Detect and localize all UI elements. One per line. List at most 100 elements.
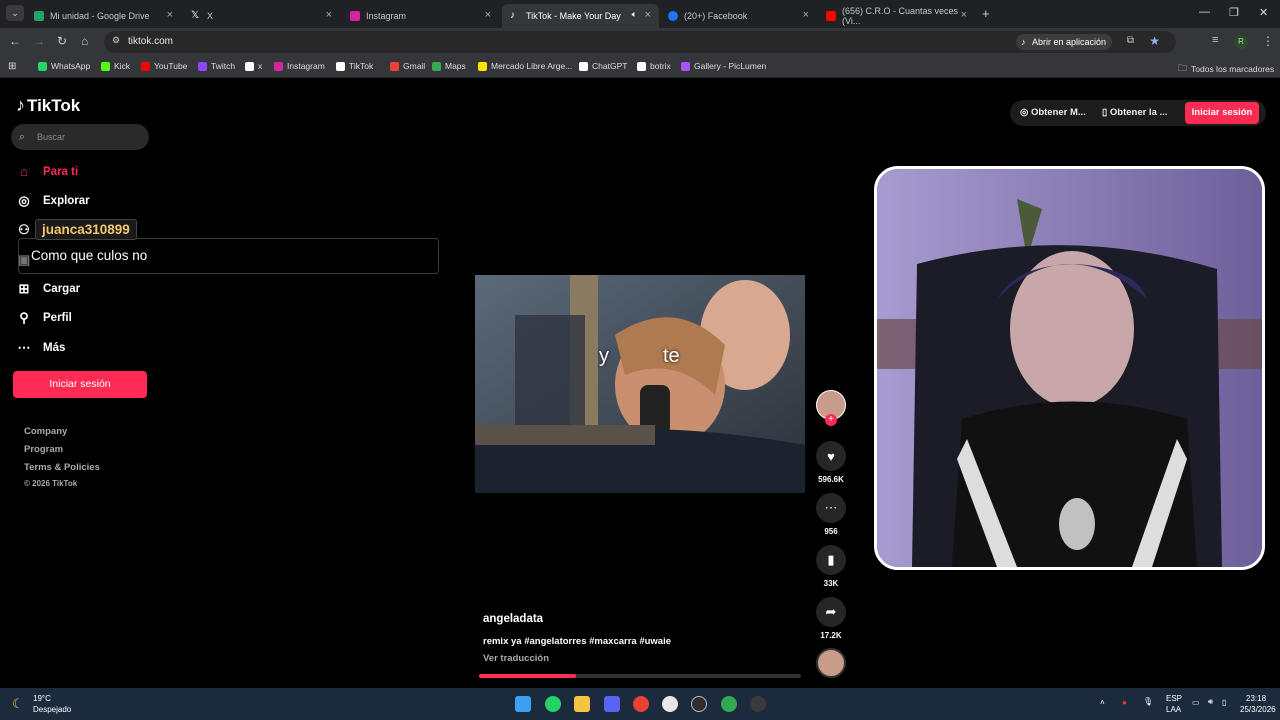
tray-expand-icon[interactable]: ˄ [1100,698,1105,707]
microphone-icon[interactable]: 🎙︎ [1143,697,1153,706]
windows-start-icon[interactable] [515,696,531,712]
following-icon: ⚇ [18,222,30,237]
all-bookmarks-folder[interactable]: 🗀 Todos los marcadores [1178,61,1274,77]
close-tab-icon[interactable]: × [485,9,491,21]
tab-title: (20+) Facebook [684,11,748,21]
footer-program-link[interactable]: Program [24,444,63,455]
more-icon: ⋯ [17,340,31,355]
bookmark-favicon-icon [101,61,110,71]
video-progress-bar[interactable] [479,674,801,678]
discord-icon[interactable] [604,696,620,712]
follow-plus-icon[interactable]: + [825,414,837,426]
chrome-profile-icon[interactable] [721,696,737,712]
close-tab-icon[interactable]: × [167,9,173,21]
save-button[interactable]: ▮ 33K [816,545,846,588]
close-tab-icon[interactable]: × [326,9,332,21]
close-window-icon[interactable]: ✕ [1259,6,1268,19]
home-icon[interactable]: ⌂ [81,34,88,48]
get-app-button[interactable]: ▯ Obtener la ... [1102,107,1167,118]
tab-youtube[interactable]: (656) C.R.O - Cuantas veces (Vi... × [818,4,975,28]
upload-icon: ⊞ [18,281,30,296]
network-icon[interactable]: ▭ [1192,698,1200,707]
volume-icon[interactable]: 🔊︎ [1208,697,1213,707]
search-input[interactable]: ⌕ Buscar [11,124,149,150]
weather-icon[interactable]: ☾ [12,696,24,712]
bookmark-star-icon[interactable]: ★ [1149,34,1160,48]
tray-app-icon[interactable]: ● [1122,698,1127,707]
bookmark-gallery-piclumen[interactable]: Gallery - PicLumen [681,61,766,71]
tab-google-drive[interactable]: Mi unidad - Google Drive × [26,4,181,28]
bookmark-instagram[interactable]: Instagram [274,61,325,71]
tab-instagram[interactable]: Instagram × [342,4,499,28]
file-explorer-icon[interactable] [574,696,590,712]
bookmark-whatsapp[interactable]: WhatsApp [38,61,90,71]
forward-icon[interactable]: → [33,34,45,48]
bookmark-botrix[interactable]: botrix [637,61,671,71]
creator-avatar[interactable]: + [816,390,846,426]
obs-icon[interactable] [691,696,707,712]
media-player-icon[interactable] [750,696,766,712]
sound-avatar[interactable] [816,648,846,678]
video-progress-fill [479,674,576,678]
menu-icon[interactable]: ⋮ [1262,34,1274,48]
open-in-app-button[interactable]: ♪ Abrir en aplicación [1015,34,1112,50]
get-coins-button[interactable]: ◎ Obtener M... [1020,107,1086,118]
bookmark-chatgpt[interactable]: ChatGPT [579,61,627,71]
footer-terms-link[interactable]: Terms & Policies [24,462,100,473]
back-icon[interactable]: ← [9,34,21,48]
close-tab-icon[interactable]: × [803,9,809,21]
tab-facebook[interactable]: (20+) Facebook × [660,4,817,28]
translate-icon[interactable]: ⧉ [1127,35,1134,46]
bookmark-favicon-icon [637,61,646,71]
tab-tiktok[interactable]: ♪ TikTok - Make Your Day 🔈︎ × [502,4,659,28]
xbox-icon[interactable] [662,696,678,712]
tab-search-button[interactable]: ⌄ [6,5,24,21]
chrome-icon[interactable] [633,696,649,712]
nav-perfil[interactable]: ⚲ Perfil [16,310,72,326]
video-player[interactable]: y te [475,275,805,493]
bookmark-maps[interactable]: Maps [432,61,466,71]
maximize-icon[interactable]: ❐ [1229,6,1239,19]
language-bottom[interactable]: LAA [1166,705,1181,714]
video-author[interactable]: angeladata [483,613,543,625]
address-bar[interactable]: ⚙︎ tiktok.com ♪ Abrir en aplicación ⧉ ★ [104,31,1176,53]
profile-avatar[interactable]: R [1234,35,1248,49]
tab-x[interactable]: 𝕏 X × [183,4,340,28]
close-tab-icon[interactable]: × [645,9,651,21]
share-button[interactable]: ➦ 17.2K [816,597,846,640]
clock-date[interactable]: 25/3/2026 [1240,705,1276,714]
nav-mas[interactable]: ⋯ Más [16,340,66,356]
media-controls-icon[interactable]: ≡ [1212,34,1218,46]
bookmark-youtube[interactable]: YouTube [141,61,187,71]
bookmark-tiktok[interactable]: TikTok [336,61,373,71]
minimize-icon[interactable]: — [1199,6,1210,18]
comment-button[interactable]: ⋯ 956 [816,493,846,536]
like-button[interactable]: ♥ 596.6K [816,441,846,484]
reload-icon[interactable]: ↻ [57,34,67,48]
bookmark-mercado-libre-arge[interactable]: Mercado Libre Arge... [478,61,572,71]
bookmark-label: Maps [445,61,466,71]
folder-icon: 🗀 [1178,63,1188,73]
new-tab-button[interactable]: + [982,6,990,21]
bookmark-x[interactable]: x [245,61,262,71]
whatsapp-taskbar-icon[interactable] [545,696,561,712]
login-button-sidebar[interactable]: Iniciar sesión [13,371,147,398]
footer-company-link[interactable]: Company [24,426,67,437]
clock-time[interactable]: 23:18 [1246,694,1266,703]
login-button-top[interactable]: Iniciar sesión [1185,102,1259,124]
tiktok-logo[interactable]: ♪ TikTok [16,95,80,116]
site-info-icon[interactable]: ⚙︎ [112,35,120,46]
battery-icon[interactable]: ▯ [1222,698,1226,707]
bookmark-twitch[interactable]: Twitch [198,61,235,71]
nav-cargar[interactable]: ⊞ Cargar [16,281,81,297]
nav-para-ti[interactable]: ⌂ Para ti [16,164,78,179]
see-translation-link[interactable]: Ver traducción [483,653,549,664]
language-top[interactable]: ESP [1166,694,1182,703]
apps-icon[interactable]: ⊞ [8,61,16,72]
speaker-icon[interactable]: 🔈︎ [632,9,637,20]
bookmark-kick[interactable]: Kick [101,61,130,71]
bookmark-gmail[interactable]: Gmail [390,61,425,71]
nav-explorar[interactable]: ◎ Explorar [16,193,89,209]
close-tab-icon[interactable]: × [961,9,967,21]
all-bookmarks-label: Todos los marcadores [1191,64,1275,74]
